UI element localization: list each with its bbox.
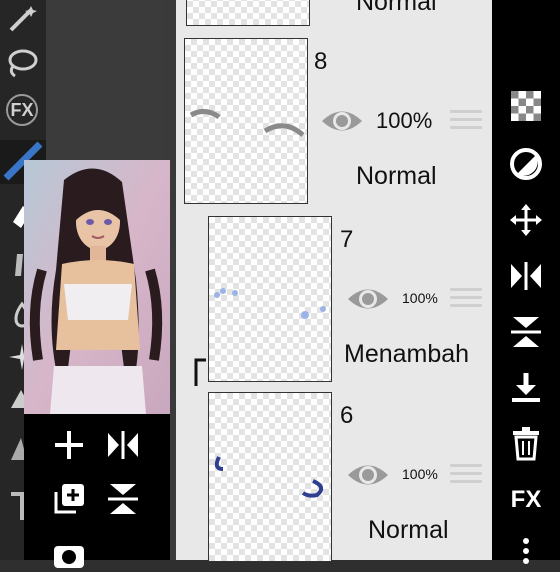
layer-mini-toolbar — [24, 414, 170, 568]
layer-opacity[interactable]: 100% — [402, 290, 438, 306]
layer-fx-button[interactable]: FX — [506, 480, 546, 520]
layer-row[interactable]: Normal — [176, 0, 492, 35]
trash-icon[interactable] — [506, 424, 546, 464]
circle-half-icon[interactable] — [506, 144, 546, 184]
checker-icon[interactable] — [506, 86, 546, 126]
layer-blend-mode[interactable]: Normal — [356, 0, 437, 17]
fx-label: FX — [510, 486, 542, 513]
flip-horizontal-button[interactable] — [104, 426, 142, 464]
fx-tool-label: FX — [10, 99, 34, 120]
plus-icon — [55, 431, 83, 459]
layer-row[interactable]: 7 100% Menambah — [176, 210, 492, 387]
fx-filter-icon[interactable]: FX — [6, 94, 38, 126]
more-icon[interactable] — [506, 530, 546, 570]
flip-vertical-icon[interactable] — [506, 312, 546, 352]
layer-thumbnail — [208, 392, 332, 562]
highlight-sketch-image — [214, 288, 326, 319]
lasso-icon[interactable] — [3, 44, 41, 82]
layer-number: 8 — [314, 48, 328, 75]
layer-thumbnail — [184, 38, 308, 204]
layer-thumbnail — [186, 0, 310, 26]
flip-vertical-button[interactable] — [104, 480, 142, 518]
layers-panel: Normal 8 100% Normal 7 100% Menambah 6 1… — [176, 0, 492, 562]
layer-opacity[interactable]: 100% — [402, 466, 438, 482]
layer-thumbnail — [208, 216, 332, 382]
eyebrows-sketch-image — [189, 109, 305, 137]
layer-row[interactable]: 8 100% Normal — [176, 34, 492, 211]
layer-row[interactable]: 6 100% Normal — [176, 386, 492, 562]
duplicate-layer-button[interactable] — [50, 480, 88, 518]
download-icon[interactable] — [506, 368, 546, 408]
merge-down-icon — [108, 484, 138, 514]
layer-number: 6 — [340, 402, 354, 429]
add-layer-button[interactable] — [50, 426, 88, 464]
artwork-preview-image — [24, 160, 170, 414]
layer-blend-mode[interactable]: Normal — [356, 162, 437, 191]
flip-horizontal-icon — [108, 431, 138, 459]
move-icon[interactable] — [506, 200, 546, 240]
duplicate-icon — [54, 484, 84, 514]
canvas-preview[interactable] — [24, 160, 170, 414]
layer-action-bar: FX — [492, 0, 560, 564]
canvas-area[interactable] — [46, 0, 164, 160]
layer-number: 7 — [340, 226, 354, 253]
menu-handle-icon[interactable] — [450, 288, 482, 312]
eye-icon[interactable] — [320, 106, 364, 141]
layer-blend-mode[interactable]: Normal — [368, 516, 449, 545]
camera-button[interactable] — [50, 534, 88, 572]
flip-icon[interactable] — [506, 256, 546, 296]
layer-blend-mode[interactable]: Menambah — [344, 340, 469, 369]
eye-icon[interactable] — [346, 460, 390, 495]
eye-shading-sketch-image — [214, 456, 324, 498]
camera-icon — [54, 546, 84, 568]
menu-handle-icon[interactable] — [450, 110, 482, 134]
layer-opacity[interactable]: 100% — [376, 108, 432, 134]
wand-tool-icon[interactable] — [3, 0, 41, 38]
eye-icon[interactable] — [346, 284, 390, 319]
menu-handle-icon[interactable] — [450, 464, 482, 488]
